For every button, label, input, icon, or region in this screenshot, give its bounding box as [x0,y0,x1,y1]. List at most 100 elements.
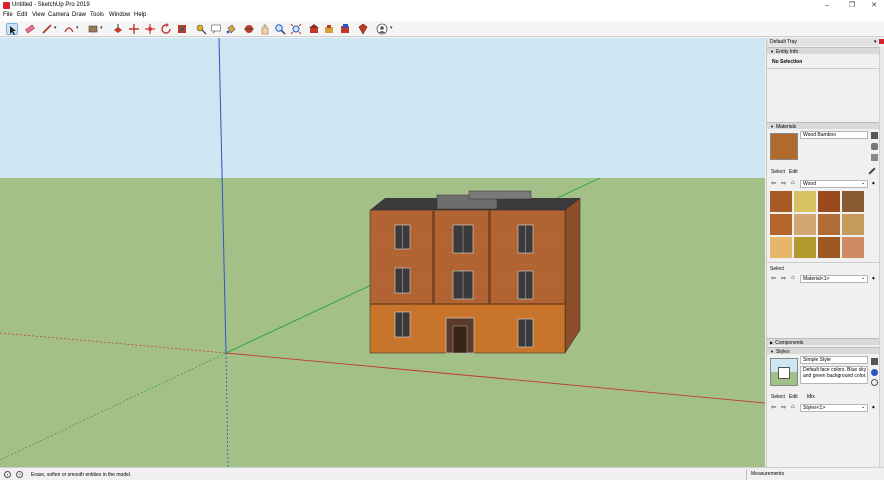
lock-icon[interactable] [871,358,878,365]
material-swatch[interactable] [770,191,792,212]
text-icon[interactable] [210,23,222,35]
select-label: Select [770,266,784,272]
create-style-icon[interactable] [871,369,878,376]
account-icon[interactable] [376,23,388,35]
default-material-icon[interactable] [871,154,878,161]
expand-icon: ▶ [770,340,774,345]
orbit-icon[interactable] [243,23,255,35]
rotate-icon[interactable] [144,23,156,35]
back-icon[interactable]: ⇦ [771,180,776,187]
menu-tools[interactable]: Tools [90,12,104,18]
menu-camera[interactable]: Camera [48,12,69,18]
styles-header[interactable]: ▼ Styles [767,347,879,355]
menu-file[interactable]: File [3,12,13,18]
minimize-button[interactable]: – [815,1,839,10]
scene-canvas[interactable] [0,38,765,467]
material-swatch[interactable] [842,237,864,258]
style-tab-select[interactable]: Select [771,394,785,400]
zoom-icon[interactable] [274,23,286,35]
material-swatch[interactable] [794,214,816,235]
status-bar: i ? Erase, soften or smooth entities in … [0,467,884,480]
rectangle-dropdown-icon[interactable]: ▾ [100,25,103,31]
tray-pin-icon[interactable]: ▾ [874,39,877,45]
paint-bucket-icon[interactable] [225,23,237,35]
title-bar: Untitled - SketchUp Pro 2019 – ❐ ✕ [0,0,884,11]
material-swatch[interactable] [794,191,816,212]
arc-icon[interactable] [63,23,75,35]
close-button[interactable]: ✕ [862,1,884,10]
material-swatch[interactable] [818,191,840,212]
style-name-field[interactable]: Simple Style [800,356,868,364]
forward-icon[interactable]: ⇨ [781,404,786,411]
material-swatch[interactable] [842,214,864,235]
geo-location-icon[interactable]: i [4,471,11,478]
line-dropdown-icon[interactable]: ▾ [54,25,57,31]
material-swatch[interactable] [818,237,840,258]
styles-library-select[interactable]: Styles<1> [800,404,868,412]
create-material-icon[interactable] [871,143,878,150]
menu-help[interactable]: Help [134,12,146,18]
model-viewport[interactable] [0,38,765,467]
home-icon[interactable]: ⌂ [791,275,795,281]
eraser-icon[interactable] [24,23,36,35]
update-style-icon[interactable] [871,379,878,386]
tray-close-icon[interactable] [879,39,884,44]
entity-info-header[interactable]: ▼ Entity Info [767,47,879,55]
menu-edit[interactable]: Edit [17,12,27,18]
back-icon[interactable]: ⇦ [771,404,776,411]
tape-measure-icon[interactable] [195,23,207,35]
eyedropper-icon[interactable] [868,167,876,175]
extension-warehouse-icon[interactable] [323,23,335,35]
restore-button[interactable]: ❐ [840,1,864,10]
style-tab-mix[interactable]: Mix [807,394,815,400]
style-tab-edit[interactable]: Edit [789,394,798,400]
home-icon[interactable]: ⌂ [791,404,795,410]
ruby-icon[interactable] [357,23,369,35]
material-swatch[interactable] [770,214,792,235]
building-side-wall [564,197,581,354]
material-swatch[interactable] [818,214,840,235]
tab-edit[interactable]: Edit [789,169,798,175]
menu-view[interactable]: View [32,12,45,18]
status-hint: Erase, soften or smooth entities in the … [31,472,132,478]
tray-scrollbar[interactable] [879,47,884,467]
details-icon[interactable]: ➧ [871,404,876,411]
move-icon[interactable] [128,23,140,35]
material-swatch[interactable] [842,191,864,212]
zoom-extents-icon[interactable] [290,23,302,35]
layout-icon[interactable] [339,23,351,35]
forward-icon[interactable]: ⇨ [781,275,786,282]
material-library-select[interactable]: Wood [800,180,868,188]
style-description-field[interactable]: Default face colors. Blue sky and green … [800,366,868,384]
offset-icon[interactable] [176,23,188,35]
expand-icon: ▼ [770,349,774,354]
material-swatch[interactable] [770,237,792,258]
material-name-field[interactable]: Wood Bamboo [800,131,868,139]
components-header[interactable]: ▶ Components [767,338,879,346]
model-materials-select[interactable]: Material<1> [800,275,868,283]
forward-icon[interactable]: ⇨ [781,180,786,187]
measurements-box[interactable]: Measurements [746,469,884,480]
select-icon[interactable] [6,23,18,35]
building-model[interactable] [369,190,581,354]
details-icon[interactable]: ➧ [871,180,876,187]
display-secondary-icon[interactable] [871,132,878,139]
chevron-down-icon: ⌄ [861,180,866,186]
pan-icon[interactable] [259,23,271,35]
help-icon[interactable]: ? [16,471,23,478]
materials-header[interactable]: ▼ Materials [767,122,879,130]
push-pull-icon[interactable] [112,23,124,35]
line-icon[interactable] [41,23,53,35]
scale-icon[interactable] [160,23,172,35]
arc-dropdown-icon[interactable]: ▾ [76,25,79,31]
account-dropdown-icon[interactable]: ▾ [390,25,393,31]
material-swatch[interactable] [794,237,816,258]
home-icon[interactable]: ⌂ [791,180,795,186]
tab-select[interactable]: Select [771,169,785,175]
back-icon[interactable]: ⇦ [771,275,776,282]
rectangle-icon[interactable] [87,23,99,35]
menu-window[interactable]: Window [109,12,130,18]
menu-draw[interactable]: Draw [72,12,86,18]
details-icon[interactable]: ➧ [871,275,876,282]
warehouse-icon[interactable] [308,23,320,35]
